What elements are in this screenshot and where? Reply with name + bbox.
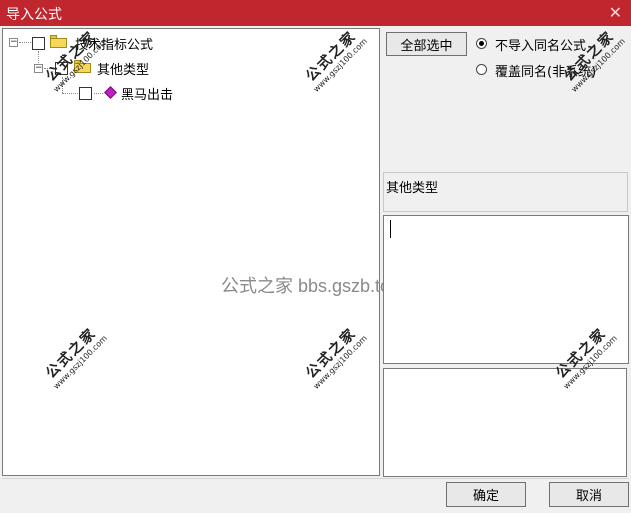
tree-child-expander[interactable]: −: [34, 64, 43, 73]
folder-icon: [50, 35, 67, 48]
tree-child-label[interactable]: 其他类型: [97, 59, 149, 78]
ok-button[interactable]: 确定: [446, 482, 526, 507]
window-title: 导入公式: [6, 7, 62, 23]
no-import-radio[interactable]: [476, 38, 487, 49]
tree-root-checkbox[interactable]: [32, 37, 45, 50]
select-all-button[interactable]: 全部选中: [386, 32, 467, 56]
button-bar: [2, 478, 629, 511]
formula-tree[interactable]: − 技术指标公式 − 其他类型 黑马出击 公式之家 bbs.gszb.top: [2, 28, 400, 476]
tree-leaf-checkbox[interactable]: [79, 87, 92, 100]
notes-textarea[interactable]: [383, 368, 627, 477]
tree-connector: [62, 93, 78, 94]
formula-icon: [104, 86, 117, 99]
cancel-button[interactable]: 取消: [549, 482, 629, 507]
center-watermark: 公式之家 bbs.gszb.top: [221, 276, 401, 296]
tree-leaf-label[interactable]: 黑马出击: [121, 84, 173, 103]
tree-connector: [19, 42, 31, 43]
category-field: 其他类型: [383, 172, 628, 212]
tree-connector: [94, 93, 103, 94]
watermark-stamp: 公式之家 www.gszj100.com: [561, 28, 627, 94]
text-caret: [390, 220, 391, 238]
tree-root-expander[interactable]: −: [9, 38, 18, 47]
category-label: 其他类型: [386, 181, 439, 196]
overwrite-radio[interactable]: [476, 64, 487, 75]
no-import-label[interactable]: 不导入同名公式: [495, 35, 586, 54]
